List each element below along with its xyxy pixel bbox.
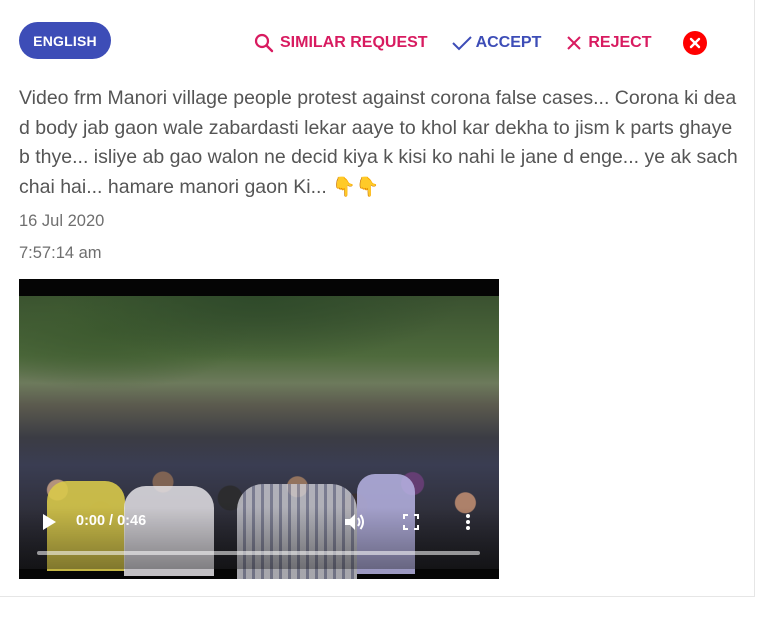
accept-label: ACCEPT (475, 34, 542, 51)
pointing-down-emoji: 👇👇 (332, 176, 380, 198)
fullscreen-icon[interactable] (403, 514, 419, 530)
close-icon (690, 37, 701, 49)
language-label: ENGLISH (33, 32, 97, 49)
message-time: 7:57:14 am (19, 244, 102, 262)
similar-request-label: SIMILAR REQUEST (280, 34, 428, 51)
reject-button[interactable]: REJECT (566, 34, 651, 52)
accept-button[interactable]: ACCEPT (451, 34, 542, 52)
play-icon[interactable] (41, 513, 57, 531)
close-x-icon (567, 36, 582, 50)
video-player[interactable]: 0:00 / 0:46 (19, 279, 499, 579)
search-icon (254, 33, 274, 53)
close-button[interactable] (683, 31, 708, 55)
request-card: ENGLISH SIMILAR REQUEST ACCEPT REJECT Vi… (0, 0, 755, 597)
reject-label: REJECT (588, 34, 652, 51)
action-bar: SIMILAR REQUEST ACCEPT REJECT (254, 28, 708, 58)
video-progress-bar[interactable] (37, 551, 480, 555)
video-time: 0:00 / 0:46 (76, 513, 147, 529)
language-badge[interactable]: ENGLISH (19, 22, 111, 59)
message-date: 16 Jul 2020 (19, 212, 105, 230)
volume-icon[interactable] (344, 512, 366, 532)
more-options-icon[interactable] (465, 513, 471, 531)
message-text: Video frm Manori village people protest … (19, 84, 739, 202)
check-icon (451, 36, 472, 51)
similar-request-button[interactable]: SIMILAR REQUEST (254, 33, 428, 53)
